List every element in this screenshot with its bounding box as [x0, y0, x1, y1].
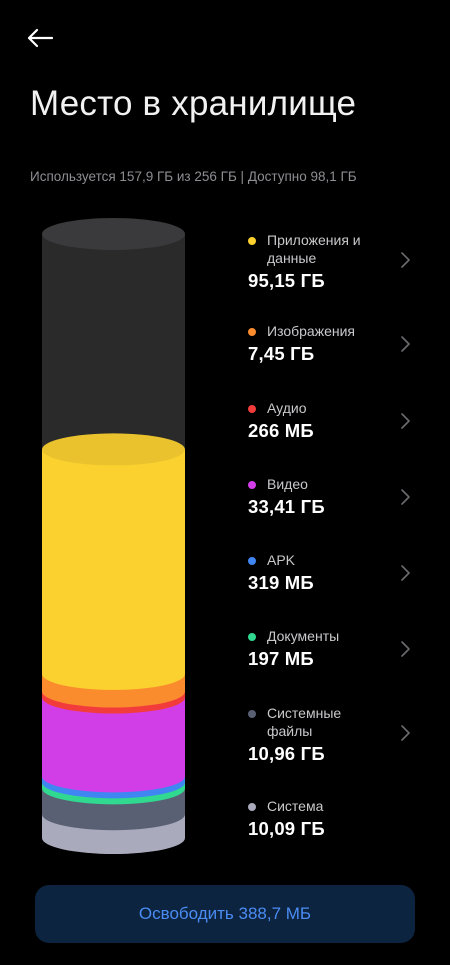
category-apk[interactable]: APK 319 МБ — [248, 551, 418, 594]
category-documents[interactable]: Документы 197 МБ — [248, 627, 418, 670]
category-label: Аудио — [267, 400, 307, 416]
system-files-color-dot — [248, 710, 256, 718]
chevron-right-icon — [401, 336, 410, 352]
cylinder-segment — [42, 449, 185, 674]
free-up-space-label: Освободить 388,7 МБ — [138, 904, 312, 923]
category-size: 319 МБ — [248, 572, 314, 593]
storage-cylinder-chart — [42, 218, 185, 858]
category-label: Документы — [267, 628, 340, 644]
category-size: 33,41 ГБ — [248, 496, 325, 517]
category-size: 197 МБ — [248, 648, 314, 669]
category-size: 7,45 ГБ — [248, 343, 315, 364]
category-label: Приложения и данные — [267, 232, 361, 266]
category-system-files[interactable]: Системные файлы 10,96 ГБ — [248, 704, 418, 765]
arrow-left-icon — [27, 28, 54, 48]
cylinder-segment-curve — [42, 760, 185, 793]
category-size: 95,15 ГБ — [248, 270, 325, 291]
category-label: Система — [267, 798, 324, 814]
category-list: Приложения и данные 95,15 ГБ Изображения… — [248, 0, 428, 965]
category-audio[interactable]: Аудио 266 МБ — [248, 399, 418, 442]
category-size: 266 МБ — [248, 420, 314, 441]
category-label: Изображения — [267, 323, 355, 339]
category-video[interactable]: Видео 33,41 ГБ — [248, 475, 418, 518]
cylinder-empty-top — [42, 218, 185, 250]
chevron-right-icon — [401, 413, 410, 429]
chevron-right-icon — [401, 489, 410, 505]
chevron-right-icon — [401, 252, 410, 268]
images-color-dot — [248, 328, 256, 336]
chevron-right-icon — [401, 565, 410, 581]
apps-color-dot — [248, 237, 256, 245]
category-images[interactable]: Изображения 7,45 ГБ — [248, 322, 418, 365]
system-color-dot — [248, 803, 256, 811]
apk-color-dot — [248, 557, 256, 565]
cylinder-segment-curve — [42, 657, 185, 690]
chevron-right-icon — [401, 725, 410, 741]
category-size: 10,96 ГБ — [248, 743, 325, 764]
free-up-space-button[interactable]: Освободить 388,7 МБ — [35, 885, 415, 943]
cylinder-fill-top — [42, 433, 185, 466]
video-color-dot — [248, 481, 256, 489]
documents-color-dot — [248, 633, 256, 641]
chevron-right-icon — [401, 641, 410, 657]
category-label: Видео — [267, 476, 308, 492]
category-size: 10,09 ГБ — [248, 818, 325, 839]
category-label: APK — [267, 552, 296, 568]
category-apps-data[interactable]: Приложения и данные 95,15 ГБ — [248, 231, 418, 292]
category-label: Системные файлы — [267, 705, 342, 739]
audio-color-dot — [248, 405, 256, 413]
back-button[interactable] — [26, 20, 70, 56]
category-system: Система 10,09 ГБ — [248, 797, 418, 840]
